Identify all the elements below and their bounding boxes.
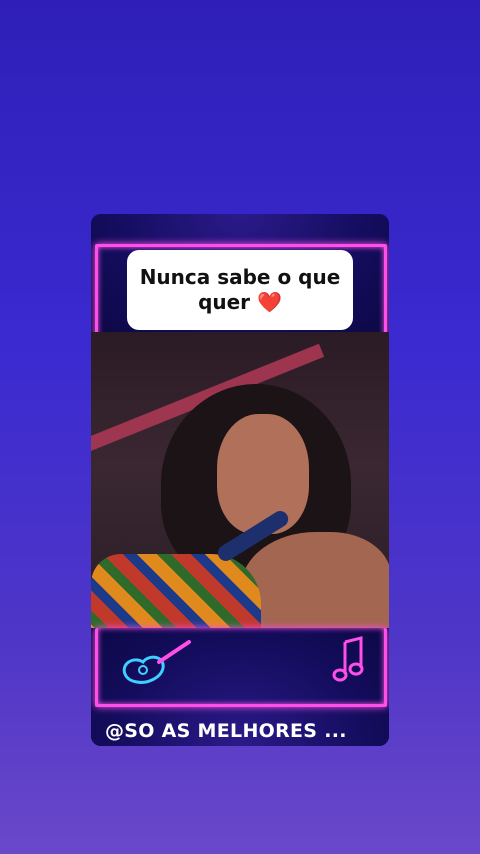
caption-bubble: Nunca sabe o que quer ❤️ xyxy=(127,250,353,330)
account-handle[interactable]: @SO AS MELHORES ... xyxy=(105,720,375,742)
neon-frame-top: Nunca sabe o que quer ❤️ xyxy=(91,214,389,367)
guitar-icon xyxy=(122,640,191,684)
performer-photo xyxy=(91,332,389,628)
performer-shoulder xyxy=(241,532,389,628)
music-note-icon xyxy=(332,636,364,682)
performer-face xyxy=(217,414,309,534)
caption-text: Nunca sabe o que quer xyxy=(139,265,341,314)
performer-dress xyxy=(91,554,261,628)
video-card[interactable]: Nunca sabe o que quer ❤️ @SO AS MELHORES… xyxy=(91,214,389,746)
heart-icon: ❤️ xyxy=(257,290,282,314)
neon-frame-bottom: @SO AS MELHORES ... xyxy=(91,628,389,746)
